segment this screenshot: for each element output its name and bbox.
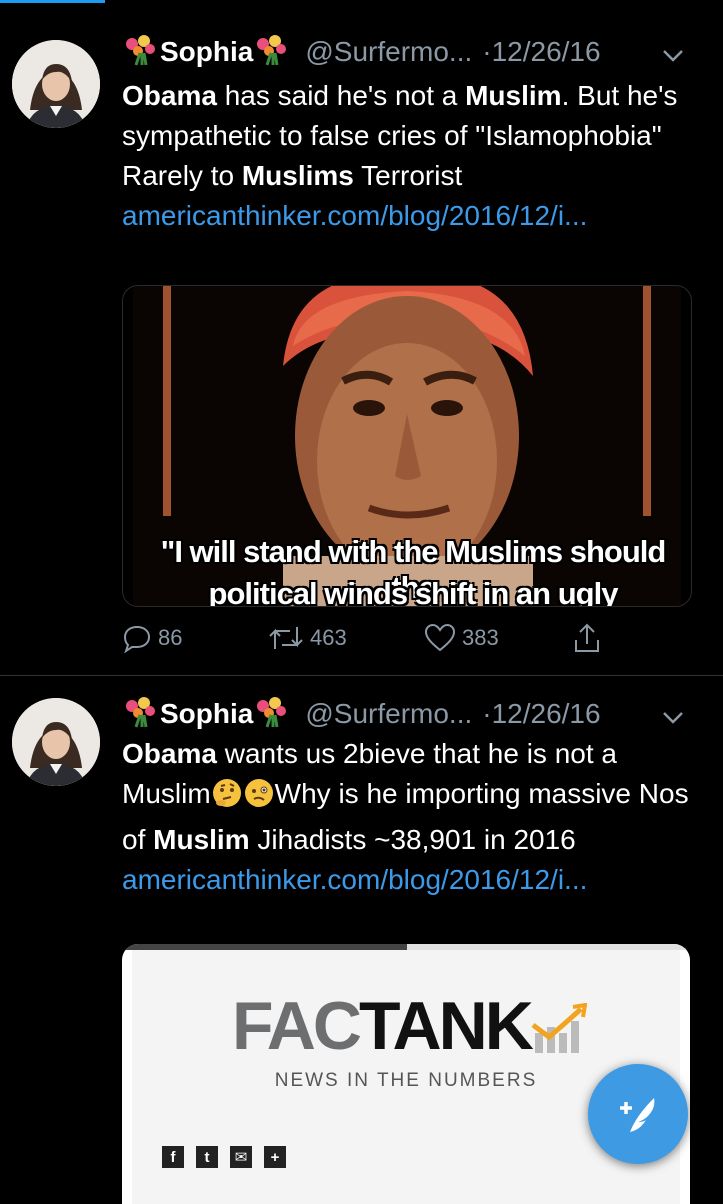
email-icon[interactable]: ✉ bbox=[230, 1146, 252, 1168]
chart-logo-icon bbox=[531, 1002, 588, 1053]
share-icon bbox=[575, 623, 599, 652]
reply-icon bbox=[123, 625, 151, 653]
card-share-icons: f t ✉ + bbox=[162, 1146, 286, 1168]
avatar[interactable] bbox=[12, 698, 100, 786]
tweet-link[interactable]: americanthinker.com/blog/2016/12/i... bbox=[122, 196, 692, 236]
tweet-header: Sophia @Surfermo... ·12/26/16 bbox=[122, 32, 702, 72]
facebook-icon[interactable]: f bbox=[162, 1146, 184, 1168]
thinking-face-icon bbox=[211, 777, 243, 820]
avatar[interactable] bbox=[12, 40, 100, 128]
like-count: 383 bbox=[462, 625, 499, 650]
reply-button[interactable]: 86 bbox=[122, 618, 182, 658]
reply-count: 86 bbox=[158, 625, 183, 650]
compose-tweet-button[interactable] bbox=[588, 1064, 688, 1164]
display-name[interactable]: Sophia bbox=[160, 36, 253, 67]
tweet-text: Obama has said he's not a Muslim. But he… bbox=[122, 76, 692, 236]
confused-face-icon bbox=[243, 777, 275, 820]
twitter-icon[interactable]: t bbox=[196, 1146, 218, 1168]
tweet-actions: 86 463 383 bbox=[122, 618, 682, 658]
tweet[interactable]: Sophia @Surfermo... ·12/26/16 Obama has s… bbox=[0, 0, 723, 676]
chevron-down-icon[interactable] bbox=[662, 36, 684, 76]
chevron-down-icon[interactable] bbox=[662, 698, 684, 738]
share-button[interactable] bbox=[572, 618, 608, 658]
flower-emoji-icon bbox=[253, 697, 291, 729]
retweet-button[interactable]: 463 bbox=[268, 618, 347, 658]
handle[interactable]: @Surfermo... bbox=[305, 698, 472, 729]
like-icon bbox=[424, 623, 456, 652]
flower-emoji-icon bbox=[253, 35, 291, 67]
image-quote-line: political winds shift in an ugly directi… bbox=[208, 576, 619, 607]
retweet-icon bbox=[269, 627, 303, 649]
factank-logo: FACTANK bbox=[232, 988, 588, 1064]
tweet-image[interactable]: "I will stand with the Muslims should th… bbox=[122, 285, 692, 607]
flower-emoji-icon bbox=[122, 697, 160, 729]
retweet-count: 463 bbox=[310, 625, 347, 650]
timestamp[interactable]: ·12/26/16 bbox=[482, 698, 600, 729]
tweet-link[interactable]: americanthinker.com/blog/2016/12/i... bbox=[122, 860, 692, 900]
display-name[interactable]: Sophia bbox=[160, 698, 253, 729]
more-share-icon[interactable]: + bbox=[264, 1146, 286, 1168]
like-button[interactable]: 383 bbox=[424, 618, 499, 658]
flower-emoji-icon bbox=[122, 35, 160, 67]
handle[interactable]: @Surfermo... bbox=[305, 36, 472, 67]
tweet-text: Obama wants us 2bieve that he is not a M… bbox=[122, 734, 692, 900]
compose-tweet-icon bbox=[620, 1098, 655, 1132]
card-preview: FACTANK NEWS IN THE NUMBERS f t ✉ + bbox=[132, 950, 680, 1204]
timestamp[interactable]: ·12/26/16 bbox=[482, 36, 600, 67]
tweet-header: Sophia @Surfermo... ·12/26/16 bbox=[122, 694, 702, 734]
link-card[interactable]: FACTANK NEWS IN THE NUMBERS f t ✉ + bbox=[122, 944, 690, 1204]
